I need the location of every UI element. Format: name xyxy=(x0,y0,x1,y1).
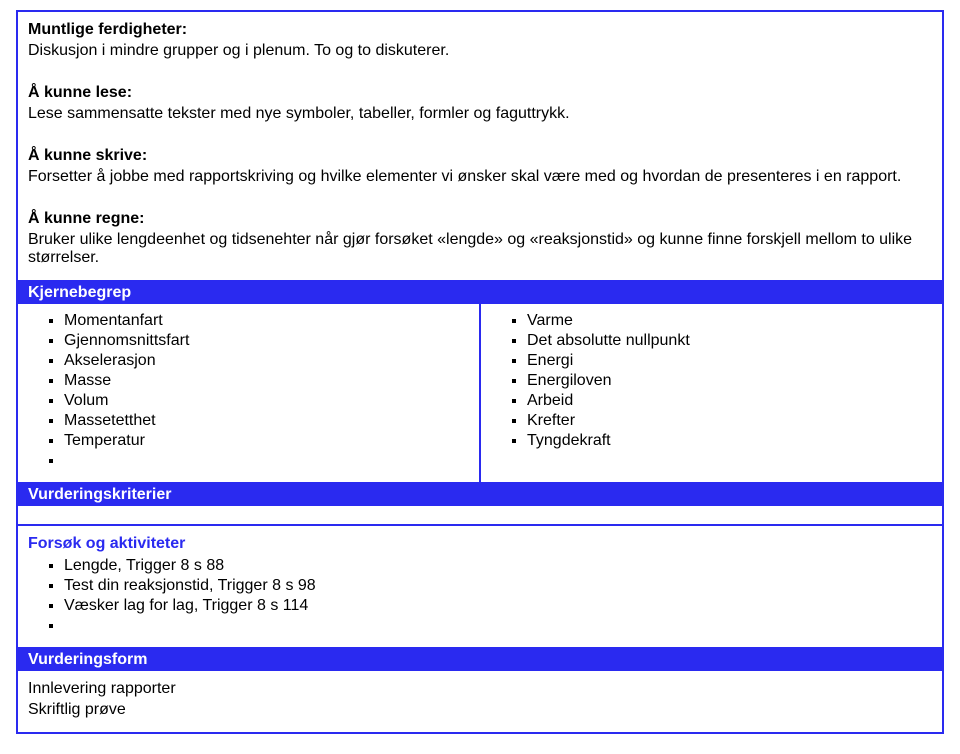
list-item: Gjennomsnittsfart xyxy=(64,332,469,350)
list-item: Krefter xyxy=(527,412,932,430)
list-item: Test din reaksjonstid, Trigger 8 s 98 xyxy=(64,577,932,595)
list-item: Tyngdekraft xyxy=(527,432,932,450)
regne-heading: Å kunne regne: xyxy=(28,210,932,228)
kjernebegrep-heading: Kjernebegrep xyxy=(18,282,942,304)
list-item: Væsker lag for lag, Trigger 8 s 114 xyxy=(64,597,932,615)
list-item: Masse xyxy=(64,372,469,390)
list-item: Det absolutte nullpunkt xyxy=(527,332,932,350)
kjernebegrep-left: Momentanfart Gjennomsnittsfart Akseleras… xyxy=(18,304,481,482)
vurderingsform-cell: Innlevering rapporter Skriftlig prøve xyxy=(18,671,942,732)
skrive-text: Forsetter å jobbe med rapportskriving og… xyxy=(28,168,932,186)
vurderingskriterier-heading: Vurderingskriterier xyxy=(18,484,942,506)
empty-row xyxy=(18,506,942,526)
list-item: Lengde, Trigger 8 s 88 xyxy=(64,557,932,575)
document-table: Muntlige ferdigheter: Diskusjon i mindre… xyxy=(16,10,944,734)
lese-heading: Å kunne lese: xyxy=(28,84,932,102)
muntlige-heading: Muntlige ferdigheter: xyxy=(28,21,932,39)
muntlige-text: Diskusjon i mindre grupper og i plenum. … xyxy=(28,42,932,60)
vurderingsform-line: Innlevering rapporter xyxy=(28,680,932,698)
skrive-heading: Å kunne skrive: xyxy=(28,147,932,165)
list-item: Arbeid xyxy=(527,392,932,410)
vurderingsform-heading: Vurderingsform xyxy=(18,649,942,671)
list-item: Volum xyxy=(64,392,469,410)
kjernebegrep-left-list: Momentanfart Gjennomsnittsfart Akseleras… xyxy=(28,312,469,470)
kjernebegrep-right-list: Varme Det absolutte nullpunkt Energi Ene… xyxy=(491,312,932,450)
lese-text: Lese sammensatte tekster med nye symbole… xyxy=(28,105,932,123)
regne-text: Bruker ulike lengdeenhet og tidsenehter … xyxy=(28,231,932,267)
list-item: Energi xyxy=(527,352,932,370)
list-item-empty xyxy=(64,452,469,470)
list-item: Massetetthet xyxy=(64,412,469,430)
skills-cell: Muntlige ferdigheter: Diskusjon i mindre… xyxy=(18,12,942,282)
vurderingsform-line: Skriftlig prøve xyxy=(28,701,932,719)
kjernebegrep-row: Momentanfart Gjennomsnittsfart Akseleras… xyxy=(18,304,942,484)
list-item-empty xyxy=(64,617,932,635)
forsok-list: Lengde, Trigger 8 s 88 Test din reaksjon… xyxy=(28,557,932,635)
list-item: Akselerasjon xyxy=(64,352,469,370)
kjernebegrep-right: Varme Det absolutte nullpunkt Energi Ene… xyxy=(481,304,942,482)
forsok-heading: Forsøk og aktiviteter xyxy=(28,535,932,553)
list-item: Varme xyxy=(527,312,932,330)
list-item: Energiloven xyxy=(527,372,932,390)
list-item: Momentanfart xyxy=(64,312,469,330)
forsok-cell: Forsøk og aktiviteter Lengde, Trigger 8 … xyxy=(18,526,942,649)
list-item: Temperatur xyxy=(64,432,469,450)
